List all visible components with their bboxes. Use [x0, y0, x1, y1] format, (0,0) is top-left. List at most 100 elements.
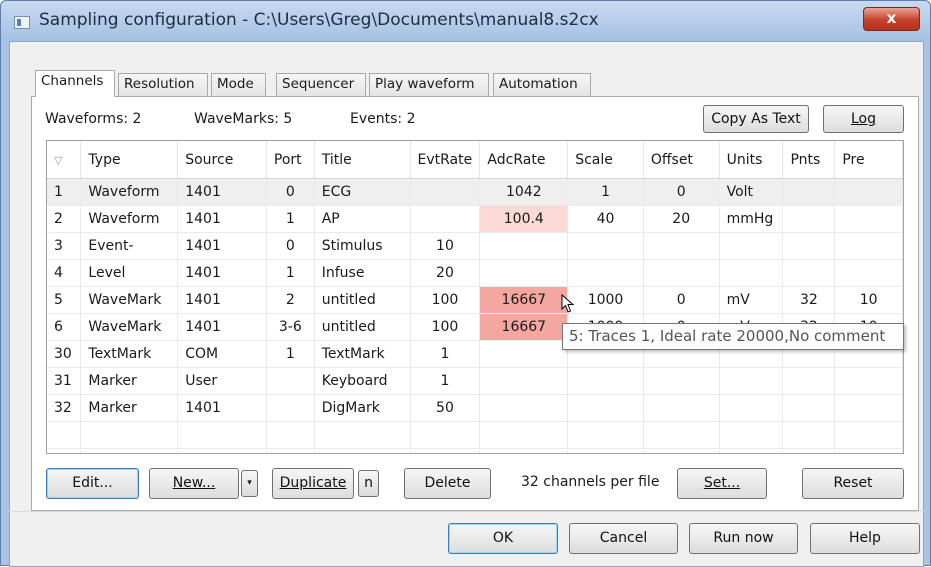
cell-type: WaveMark [80, 313, 179, 341]
new-dropdown-button[interactable]: ▾ [241, 470, 258, 497]
empty-cell [567, 421, 644, 449]
cell-port: 3-6 [266, 313, 315, 341]
cell-title: Keyboard [314, 367, 411, 395]
column-header[interactable]: Port [266, 141, 315, 179]
cell-num: 31 [47, 367, 82, 395]
mouse-pointer-icon [561, 294, 575, 313]
sampling-config-window: Sampling configuration - C:\Users\Greg\D… [0, 0, 931, 567]
empty-table-row [47, 421, 903, 449]
channel-rows: 1 Waveform 1401 0 ECG 1042 1 0 Volt 2 Waveform 1401… [47, 178, 903, 453]
help-label: Help [849, 530, 881, 546]
tab-sequencer[interactable]: Sequencer [276, 73, 366, 96]
cell-source: 1401 [177, 205, 267, 233]
sort-column-header[interactable]: ▽ [47, 141, 82, 179]
cell-pnts: 32 [782, 286, 836, 314]
cell-type: Waveform [80, 178, 179, 206]
window-title: Sampling configuration - C:\Users\Greg\D… [39, 10, 599, 30]
tab-resolution[interactable]: Resolution [118, 73, 208, 96]
cell-pre [834, 205, 903, 233]
cancel-button[interactable]: Cancel [569, 523, 678, 554]
table-row[interactable]: 4 Level 1401 1 Infuse 20 [47, 259, 903, 287]
column-header[interactable]: Scale [567, 141, 644, 179]
empty-cell [266, 421, 315, 449]
cell-evtrate: 20 [410, 259, 481, 287]
cell-adcrate: 16667 [479, 313, 569, 341]
cell-source: COM [177, 340, 267, 368]
cell-title: Infuse [314, 259, 411, 287]
empty-cell [834, 421, 903, 449]
cell-title: Stimulus [314, 232, 411, 260]
tab-channels[interactable]: Channels [35, 70, 115, 97]
cell-num: 5 [47, 286, 82, 314]
cell-offset: 0 [643, 286, 720, 314]
table-row[interactable]: 3 Event- 1401 0 Stimulus 10 [47, 232, 903, 260]
reset-button[interactable]: Reset [802, 468, 904, 499]
column-header[interactable]: AdcRate [479, 141, 569, 179]
table-row[interactable]: 31 Marker User Keyboard 1 [47, 367, 903, 395]
cell-source: 1401 [177, 178, 267, 206]
ok-button[interactable]: OK [448, 523, 558, 554]
copy-as-text-button[interactable]: Copy As Text [703, 105, 809, 133]
cell-units [719, 394, 784, 422]
cell-units: mV [719, 286, 784, 314]
reset-label: Reset [833, 475, 873, 491]
cell-scale [567, 232, 644, 260]
column-header[interactable]: Offset [643, 141, 720, 179]
duplicate-count-button[interactable]: n [358, 470, 379, 497]
empty-cell [643, 421, 720, 449]
cell-adcrate [479, 232, 569, 260]
cell-port: 0 [266, 232, 315, 260]
log-label: Log [850, 111, 876, 127]
cell-port [266, 394, 315, 422]
cell-scale [567, 259, 644, 287]
cell-title: DigMark [314, 394, 411, 422]
cell-adcrate: 1042 [479, 178, 569, 206]
cell-offset: 0 [643, 178, 720, 206]
tab-automation[interactable]: Automation [493, 73, 591, 96]
close-button[interactable]: x [863, 7, 920, 31]
column-header[interactable]: Title [314, 141, 411, 179]
title-bar[interactable]: Sampling configuration - C:\Users\Greg\D… [1, 1, 930, 41]
ok-label: OK [492, 530, 514, 546]
table-header-row: ▽ Type Source Port Title EvtRate AdcRate… [47, 141, 903, 179]
tab-play-waveform[interactable]: Play waveform [369, 73, 489, 96]
delete-button[interactable]: Delete [404, 468, 491, 499]
tab-mode[interactable]: Mode [211, 73, 266, 96]
cell-pre [834, 178, 903, 206]
wavemarks-count: WaveMarks: 5 [194, 111, 293, 127]
cell-pnts [782, 367, 836, 395]
cell-title: TextMark [314, 340, 411, 368]
column-header[interactable]: EvtRate [410, 141, 481, 179]
column-header[interactable]: Type [80, 141, 179, 179]
cell-evtrate: 100 [410, 286, 481, 314]
new-button[interactable]: New... [149, 468, 239, 499]
help-button[interactable]: Help [810, 523, 920, 554]
edit-button[interactable]: Edit... [46, 468, 139, 499]
cell-units [719, 259, 784, 287]
table-row[interactable]: 2 Waveform 1401 1 AP 100.4 40 20 mmHg [47, 205, 903, 233]
cell-scale: 1000 [567, 286, 644, 314]
column-header[interactable]: Pre [834, 141, 903, 179]
cell-source: 1401 [177, 313, 267, 341]
cell-units: Volt [719, 178, 784, 206]
cell-source: User [177, 367, 267, 395]
channel-table[interactable]: ▽ Type Source Port Title EvtRate AdcRate… [46, 140, 904, 454]
table-row[interactable]: 32 Marker 1401 DigMark 50 [47, 394, 903, 422]
table-row[interactable]: 1 Waveform 1401 0 ECG 1042 1 0 Volt [47, 178, 903, 206]
cell-pnts [782, 205, 836, 233]
run-now-button[interactable]: Run now [689, 523, 798, 554]
cell-adcrate: 16667 [479, 286, 569, 314]
cell-units [719, 232, 784, 260]
log-button[interactable]: Log [823, 105, 904, 133]
cell-evtrate: 1 [410, 340, 481, 368]
column-header[interactable]: Units [719, 141, 784, 179]
empty-cell [782, 421, 836, 449]
cell-offset [643, 394, 720, 422]
cell-units [719, 367, 784, 395]
column-header[interactable]: Source [177, 141, 267, 179]
column-header[interactable]: Pnts [782, 141, 836, 179]
set-button[interactable]: Set... [677, 468, 767, 499]
empty-cell [80, 421, 179, 449]
duplicate-button[interactable]: Duplicate [272, 468, 354, 499]
table-row[interactable]: 5 WaveMark 1401 2 untitled 100 16667 1000 0 mV 32 1… [47, 286, 903, 314]
